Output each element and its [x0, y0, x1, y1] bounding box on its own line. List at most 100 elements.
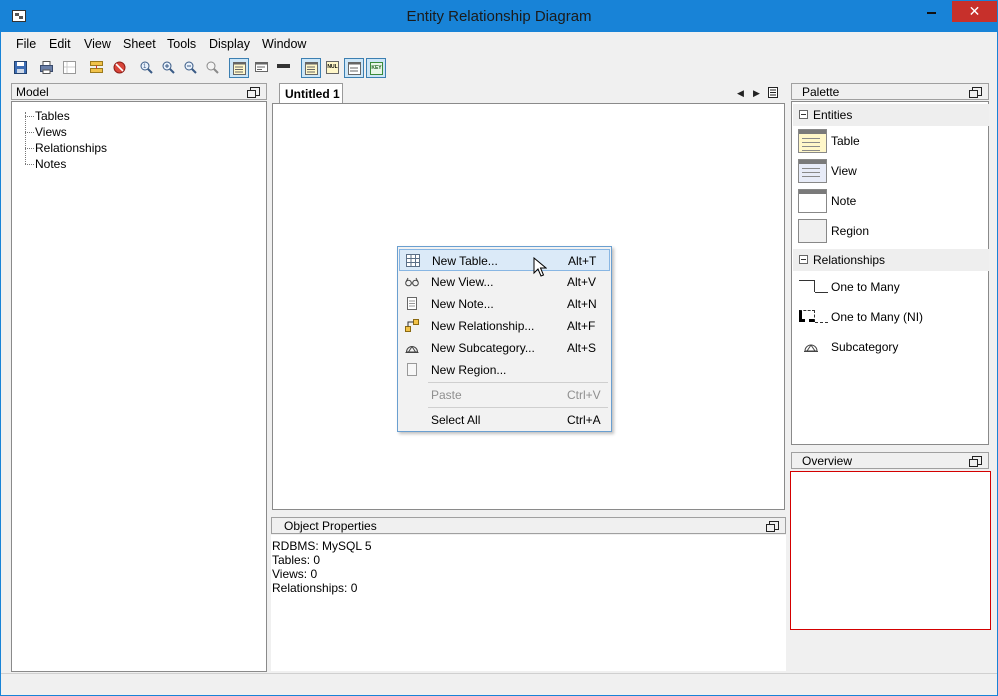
collapse-icon[interactable] — [799, 255, 808, 264]
menu-separator — [428, 407, 608, 408]
table-icon — [406, 254, 420, 267]
show-keys-icon — [348, 62, 361, 75]
show-keys-button[interactable] — [344, 58, 364, 78]
region-thumbnail-icon — [798, 219, 827, 243]
menu-item-new-region[interactable]: New Region... — [399, 359, 610, 381]
null-button[interactable]: NUL — [323, 58, 343, 78]
menu-item-label: New Note... — [431, 297, 494, 311]
palette-item-view[interactable]: View — [793, 156, 989, 186]
model-panel-title: Model — [16, 85, 49, 99]
menu-tools[interactable]: Tools — [167, 37, 196, 51]
menu-item-new-table[interactable]: New Table... Alt+T — [399, 249, 610, 271]
minimize-button[interactable] — [919, 1, 945, 22]
menu-item-paste[interactable]: Paste Ctrl+V — [399, 384, 610, 406]
close-button[interactable]: ✕ — [952, 1, 997, 22]
context-menu: New Table... Alt+T New View... Alt+V New… — [397, 246, 612, 432]
object-properties-body: RDBMS: MySQL 5 Tables: 0 Views: 0 Relati… — [271, 535, 786, 671]
stop-button[interactable] — [110, 58, 130, 78]
menu-item-label: New Relationship... — [431, 319, 535, 333]
layout-icon — [90, 61, 103, 73]
relationship-icon — [405, 319, 419, 332]
glasses-icon — [405, 277, 419, 287]
property-rdbms: RDBMS: MySQL 5 — [272, 539, 372, 553]
show-table-icon — [305, 62, 318, 75]
palette-section-relationships[interactable]: Relationships — [793, 249, 989, 271]
show-columns-icon — [233, 62, 246, 75]
menu-sheet[interactable]: Sheet — [123, 37, 156, 51]
one-to-many-ni-icon — [799, 310, 829, 324]
palette-item-one-to-many[interactable]: One to Many — [793, 272, 989, 302]
show-columns-button[interactable] — [229, 58, 249, 78]
tab-next-icon[interactable]: ▶ — [753, 88, 760, 99]
page-setup-icon — [63, 61, 76, 74]
show-relationships-button[interactable]: KEY — [366, 58, 386, 78]
page-setup-button[interactable] — [60, 58, 80, 78]
restore-icon[interactable] — [247, 87, 260, 98]
overview-header: Overview — [791, 452, 989, 469]
zoom-fit-button[interactable]: 1 — [137, 58, 157, 78]
palette-item-table[interactable]: Table — [793, 126, 989, 156]
tab-untitled-1[interactable]: Untitled 1 — [279, 83, 343, 104]
palette-item-subcategory[interactable]: Subcategory — [793, 332, 989, 362]
menu-item-new-note[interactable]: New Note... Alt+N — [399, 293, 610, 315]
tab-list-icon[interactable] — [768, 87, 778, 98]
tab-prev-icon[interactable]: ◀ — [737, 88, 744, 99]
menu-file[interactable]: File — [16, 37, 36, 51]
tree-guide-branch — [25, 116, 34, 117]
menu-item-new-subcategory[interactable]: New Subcategory... Alt+S — [399, 337, 610, 359]
show-datatypes-button[interactable] — [252, 58, 272, 78]
zoom-reset-button[interactable] — [203, 58, 223, 78]
title-bar: Entity Relationship Diagram ✕ — [1, 1, 997, 32]
tree-item-relationships[interactable]: Relationships — [35, 141, 107, 155]
palette-item-one-to-many-ni[interactable]: One to Many (NI) — [793, 302, 989, 332]
menu-view[interactable]: View — [84, 37, 111, 51]
palette-item-region[interactable]: Region — [793, 216, 989, 246]
menu-item-shortcut: Alt+V — [567, 275, 597, 289]
tree-item-tables[interactable]: Tables — [35, 109, 70, 123]
menu-item-new-relationship[interactable]: New Relationship... Alt+F — [399, 315, 610, 337]
zoom-out-button[interactable] — [181, 58, 201, 78]
restore-icon[interactable] — [969, 87, 982, 98]
palette-title: Palette — [802, 85, 840, 99]
menu-item-select-all[interactable]: Select All Ctrl+A — [399, 409, 610, 431]
collapse-icon[interactable] — [799, 110, 808, 119]
menu-item-new-view[interactable]: New View... Alt+V — [399, 271, 610, 293]
show-title-only-button[interactable] — [274, 58, 294, 78]
palette-section-entities[interactable]: Entities — [793, 104, 989, 126]
property-tables: Tables: 0 — [272, 553, 321, 567]
menu-item-shortcut: Alt+F — [567, 319, 596, 333]
palette-item-label: Note — [831, 194, 857, 208]
zoom-in-button[interactable] — [159, 58, 179, 78]
show-table-button[interactable] — [301, 58, 321, 78]
menu-edit[interactable]: Edit — [49, 37, 71, 51]
overview-viewport[interactable] — [790, 471, 991, 630]
save-button[interactable] — [11, 58, 31, 78]
mouse-cursor-icon — [533, 257, 547, 277]
restore-icon[interactable] — [766, 521, 779, 532]
zoom-out-icon — [184, 61, 197, 74]
menu-item-label: New Table... — [432, 254, 498, 268]
save-icon — [14, 61, 27, 74]
note-thumbnail-icon — [798, 189, 827, 213]
show-datatypes-icon — [255, 62, 268, 72]
zoom-fit-icon: 1 — [140, 61, 153, 74]
show-title-only-icon — [277, 64, 290, 68]
null-icon: NUL — [326, 61, 339, 74]
palette-item-label: One to Many — [831, 280, 900, 294]
tree-item-notes[interactable]: Notes — [35, 157, 66, 171]
tree-guide-branch — [25, 148, 34, 149]
view-thumbnail-icon — [798, 159, 827, 183]
status-bar — [1, 673, 997, 695]
menu-item-shortcut: Alt+N — [567, 297, 597, 311]
menu-item-shortcut: Alt+S — [567, 341, 597, 355]
restore-icon[interactable] — [969, 456, 982, 467]
print-button[interactable] — [37, 58, 57, 78]
tree-item-views[interactable]: Views — [35, 125, 67, 139]
menu-separator — [428, 382, 608, 383]
menu-display[interactable]: Display — [209, 37, 250, 51]
tree-guide-branch — [25, 164, 34, 165]
overview-title: Overview — [802, 454, 853, 468]
menu-window[interactable]: Window — [262, 37, 306, 51]
palette-item-note[interactable]: Note — [793, 186, 989, 216]
layout-button[interactable] — [87, 58, 107, 78]
